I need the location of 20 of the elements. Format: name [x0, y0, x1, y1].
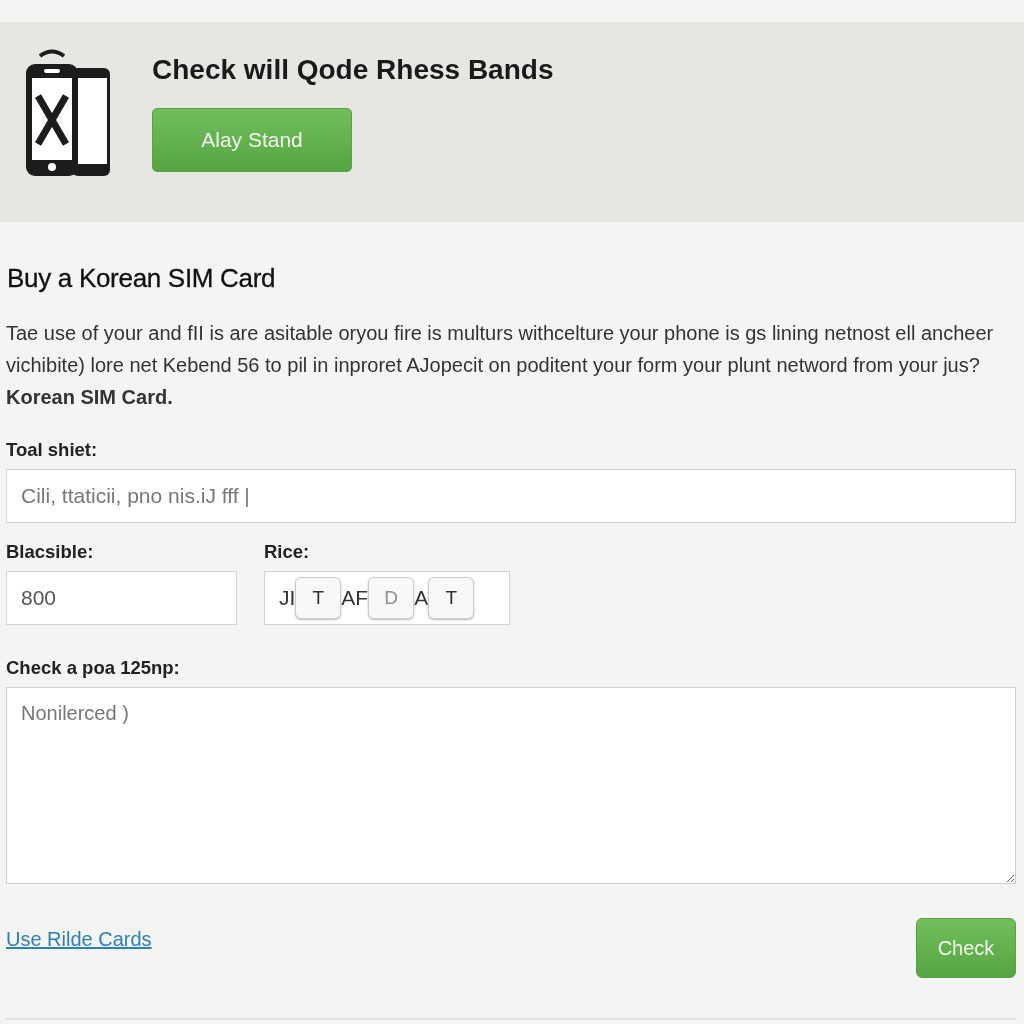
field-text: AF [341, 586, 369, 610]
page-title: Check will Qode Rhess Bands [152, 53, 554, 87]
section-heading: Buy a Korean SIM Card [7, 262, 277, 295]
check-button[interactable]: Check [916, 918, 1016, 978]
cards-link[interactable]: Use Rilde Cards [6, 927, 152, 951]
field-text: A [414, 586, 429, 610]
key-chip: T [295, 577, 342, 619]
input-field[interactable]: Cili, ttaticii, pno nis.iJ fff | [6, 469, 1016, 523]
field-label: Check a poa 125np: [6, 657, 181, 679]
text-area[interactable]: Nonilerced ) [6, 687, 1016, 884]
field-text: JI [279, 586, 296, 610]
field-label: Rice: [264, 541, 311, 563]
input-field[interactable]: 800 [6, 571, 237, 625]
key-chip: D [368, 577, 415, 619]
action-button[interactable]: Alay Stand [152, 108, 352, 172]
key-chip: T [428, 577, 475, 619]
field-label: Toal shiet: [6, 439, 99, 461]
intro-paragraph: Tae use of your and fII is are asitable oryou fire is multurs withcelture your phone is gs lining netnost ell ancheer vichibite) lore net Kebend 56 to pil in inproret AJopecit on poditent your form your plunt netword from your jus? Korean SIM Card. [6, 321, 995, 410]
field-label: Blacsible: [6, 541, 95, 563]
input-field[interactable]: JI T AF D A T [264, 571, 510, 625]
